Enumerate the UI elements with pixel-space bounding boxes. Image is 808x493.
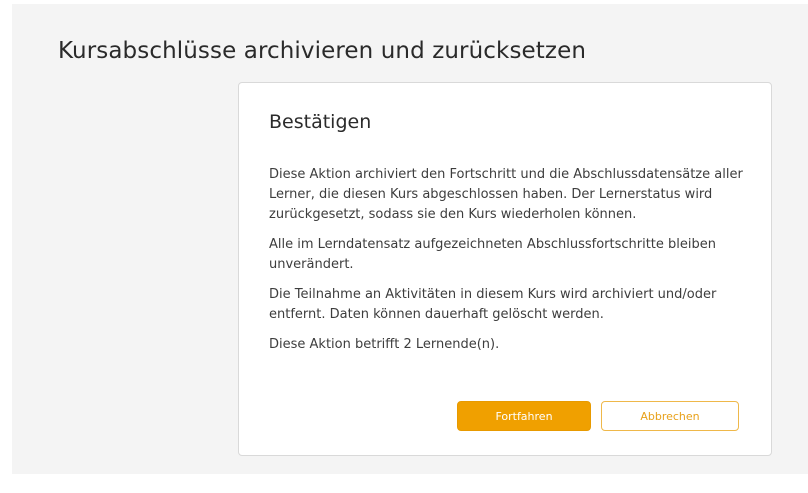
dialog-paragraph-affected-count: Diese Aktion betrifft 2 Lernende(n). <box>269 337 500 352</box>
confirm-dialog: Bestätigen Diese Aktion archiviert den F… <box>238 82 772 456</box>
page-title: Kursabschlüsse archivieren und zurückset… <box>58 38 587 64</box>
page-background: Kursabschlüsse archivieren und zurückset… <box>12 4 808 474</box>
dialog-body: Diese Aktion archiviert den Fortschritt … <box>269 165 745 365</box>
dialog-paragraph-progress: Alle im Lerndatensatz aufgezeichneten Ab… <box>269 237 717 272</box>
dialog-title: Bestätigen <box>269 111 372 133</box>
cancel-button[interactable]: Abbrechen <box>601 401 739 431</box>
continue-button[interactable]: Fortfahren <box>457 401 591 431</box>
dialog-paragraph-archive: Diese Aktion archiviert den Fortschritt … <box>269 167 743 222</box>
dialog-paragraph-activities: Die Teilnahme an Aktivitäten in diesem K… <box>269 287 717 322</box>
